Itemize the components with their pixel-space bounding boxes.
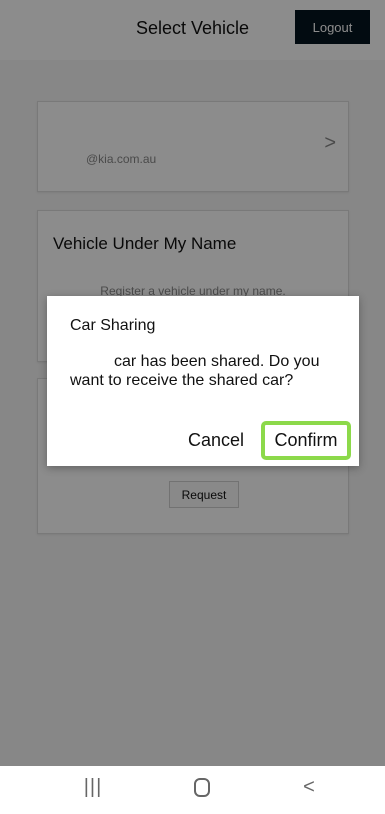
- confirm-button[interactable]: Confirm: [261, 421, 351, 460]
- dialog-message: car has been shared. Do you want to rece…: [70, 353, 320, 389]
- cancel-button[interactable]: Cancel: [188, 430, 244, 451]
- car-sharing-dialog: Car Sharing car has been shared. Do you …: [47, 296, 359, 466]
- screen: Select Vehicle Logout @kia.com.au > Vehi…: [0, 0, 385, 814]
- recents-icon[interactable]: |||: [73, 776, 113, 799]
- back-icon[interactable]: <: [289, 776, 329, 799]
- system-navbar: ||| <: [0, 766, 385, 814]
- home-icon[interactable]: [182, 776, 222, 803]
- dialog-title: Car Sharing: [70, 317, 156, 334]
